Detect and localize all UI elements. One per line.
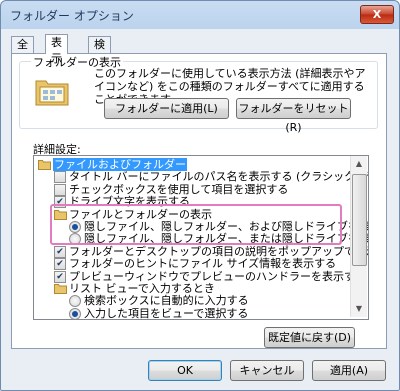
highlight-annotation [50, 204, 342, 245]
folder-view-icon [35, 80, 69, 106]
apply-to-folders-button[interactable]: フォルダーに適用(L) [104, 98, 229, 119]
restore-defaults-button[interactable]: 既定値に戻す(D) [264, 327, 355, 348]
list-item-label: 検索ボックスに自動的に入力する [84, 294, 249, 308]
apply-button[interactable]: 適用(A) [312, 360, 386, 381]
tab-general[interactable]: 全般 [11, 36, 34, 67]
title-bar[interactable]: フォルダー オプション X [1, 1, 399, 29]
list-item[interactable]: ✔ プレビューウィンドウでプレビューのハンドラーを表示する [34, 270, 366, 283]
checkbox[interactable] [54, 183, 66, 196]
cancel-button[interactable]: キャンセル [230, 360, 304, 381]
checkbox[interactable]: ✔ [54, 258, 66, 271]
scroll-down-icon[interactable]: ▼ [351, 301, 367, 317]
reset-folders-button[interactable]: フォルダーをリセット(R) [236, 98, 351, 134]
checkbox[interactable] [54, 171, 66, 184]
tab-search[interactable]: 検索 [88, 36, 111, 67]
checkbox[interactable]: ✔ [54, 245, 66, 258]
window-title: フォルダー オプション [10, 9, 134, 23]
scroll-up-icon[interactable]: ▲ [351, 156, 367, 172]
radio-button[interactable] [69, 295, 81, 308]
list-item[interactable]: 入力した項目をビューで選択する [34, 306, 352, 320]
close-button[interactable]: X [360, 5, 394, 24]
list-item-label: チェックボックスを使用して項目を選択する [69, 182, 289, 196]
list-item-label: タイトル バーにファイルのパス名を表示する (クラシック テーマのみ) [69, 170, 368, 184]
scrollbar-thumb[interactable] [352, 174, 367, 266]
list-item[interactable]: チェックボックスを使用して項目を選択する [34, 183, 352, 196]
tab-view[interactable]: 表示 [45, 34, 68, 65]
list-item-label: プレビューウィンドウでプレビューのハンドラーを表示する [69, 269, 366, 283]
list-item[interactable]: ✔ フォルダーとデスクトップの項目の説明をポップアップで表示する [34, 245, 368, 258]
list-item-label: フォルダーとデスクトップの項目の説明をポップアップで表示する [69, 244, 369, 258]
folder-options-window: フォルダー オプション X 全般 表示 検索 フォルダーの表示 このフォルダーに… [0, 0, 400, 391]
list-item-label: 入力した項目をビューで選択する [84, 306, 249, 320]
ok-button[interactable]: OK [148, 360, 222, 381]
list-item[interactable]: ✔ フォルダーのヒントにファイル サイズ情報を表示する [34, 257, 352, 271]
scrollbar[interactable]: ▲ ▼ [350, 156, 367, 317]
list-item[interactable]: 検索ボックスに自動的に入力する [34, 294, 352, 308]
radio-button[interactable] [69, 307, 81, 319]
list-item-label: フォルダーのヒントにファイル サイズ情報を表示する [69, 257, 337, 271]
checkbox[interactable]: ✔ [54, 270, 66, 283]
list-item[interactable]: タイトル バーにファイルのパス名を表示する (クラシック テーマのみ) [34, 170, 368, 184]
